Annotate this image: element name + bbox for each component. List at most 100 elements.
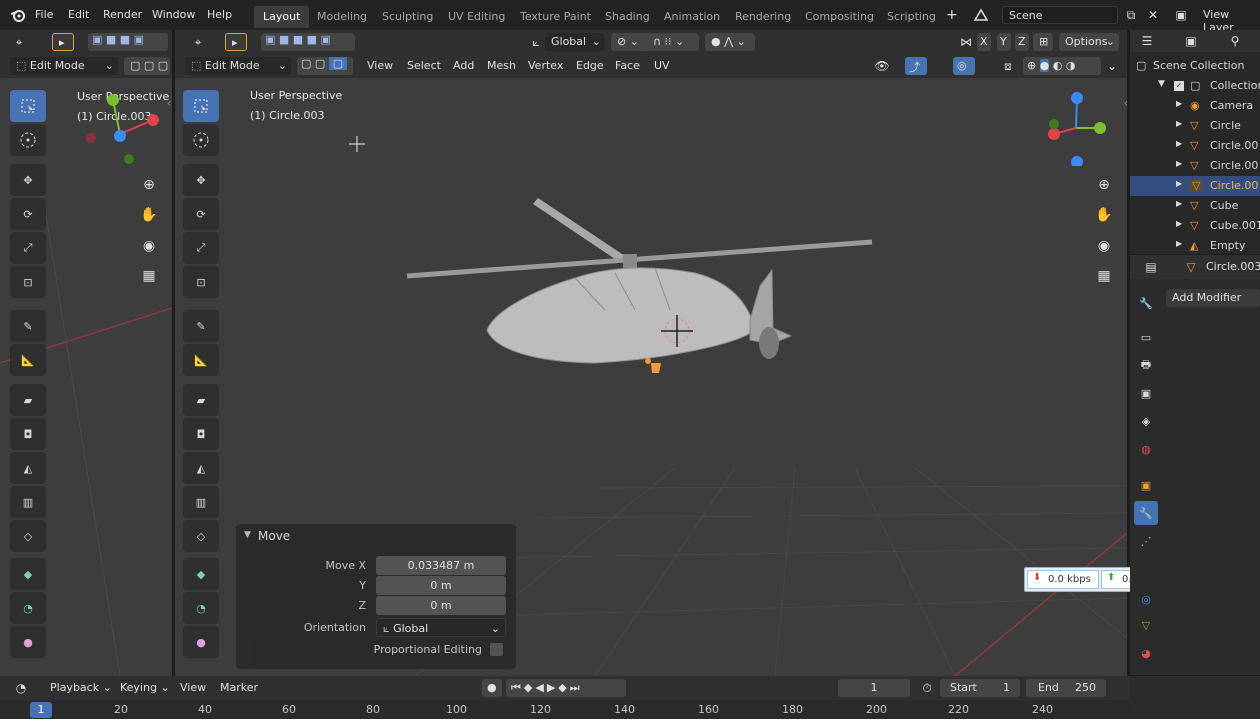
menu-marker[interactable]: Marker: [214, 679, 264, 697]
left-zoom-icon[interactable]: ⊕: [136, 172, 162, 198]
main-scale-icon[interactable]: ⤢: [183, 232, 219, 264]
tab-layout[interactable]: Layout: [254, 6, 310, 28]
end-frame-field[interactable]: End 250: [1026, 679, 1106, 697]
menu-window[interactable]: Window: [152, 8, 195, 21]
main-pan-icon[interactable]: ✋: [1091, 202, 1117, 228]
left-move-icon[interactable]: ✥: [10, 164, 46, 196]
data-tab-icon[interactable]: ▽: [1134, 613, 1158, 637]
stopwatch-icon[interactable]: ⏱: [918, 679, 936, 697]
main-select-tool-icon[interactable]: ▸: [225, 33, 247, 51]
left-scale-icon[interactable]: ⤢: [10, 232, 46, 264]
main-camera-icon[interactable]: ◉: [1091, 233, 1117, 259]
particles-tab-icon[interactable]: ⋰: [1134, 529, 1158, 553]
left-mode-select[interactable]: ⬚ Edit Mode ⌄: [10, 57, 118, 75]
left-rotate-icon[interactable]: ⟳: [10, 198, 46, 230]
add-modifier-button[interactable]: Add Modifier: [1166, 289, 1260, 307]
tab-compositing[interactable]: Compositing: [796, 6, 883, 28]
left-extrude-icon[interactable]: ▰: [10, 384, 46, 416]
main-bevel-icon[interactable]: ◭: [183, 452, 219, 484]
output-tab-icon[interactable]: 🖶: [1134, 353, 1158, 377]
panel-collapse-icon[interactable]: ▼: [244, 530, 251, 540]
main-extrude-icon[interactable]: ▰: [183, 384, 219, 416]
constraints-tab-icon[interactable]: ◎: [1134, 587, 1158, 611]
view-layer-tab-icon[interactable]: ▣: [1134, 381, 1158, 405]
left-spin-icon[interactable]: ◔: [10, 592, 46, 624]
auto-merge-icon[interactable]: ⊞: [1033, 33, 1053, 51]
current-frame-field[interactable]: 1: [838, 679, 910, 697]
outliner-search-icon[interactable]: ⚲: [1226, 32, 1244, 50]
tab-texture-paint[interactable]: Texture Paint: [511, 6, 600, 28]
main-measure-icon[interactable]: 📐: [183, 344, 219, 376]
outliner-display-icon[interactable]: ▣: [1182, 32, 1200, 50]
axis-x-button[interactable]: X: [977, 33, 991, 51]
left-polybuild-icon[interactable]: ◆: [10, 558, 46, 590]
shading-options-icon[interactable]: ⌄: [1103, 57, 1121, 75]
collection-checkbox[interactable]: ✓: [1174, 81, 1184, 91]
menu-help[interactable]: Help: [207, 8, 232, 21]
timeline-ruler[interactable]: 1 20 40 60 80 100 120 140 160 180 200 22…: [0, 700, 1130, 719]
menu-keying[interactable]: Keying ⌄: [114, 679, 176, 697]
menu-edge[interactable]: Edge: [570, 57, 610, 75]
move-z-field[interactable]: 0 m: [376, 596, 506, 615]
render-tab-icon[interactable]: ▭: [1134, 325, 1158, 349]
overlay-toggle-icon[interactable]: ◎: [953, 57, 975, 75]
outliner-collection[interactable]: ▼ ✓ ▢ Collection: [1130, 76, 1260, 96]
outliner-cube[interactable]: ▶ ▽ Cube: [1130, 196, 1260, 216]
tab-modeling[interactable]: Modeling: [308, 6, 376, 28]
left-inset-icon[interactable]: ◘: [10, 418, 46, 450]
modifier-tab-icon[interactable]: 🔧: [1134, 501, 1158, 525]
xray-icon[interactable]: ⧈: [999, 57, 1017, 75]
left-transform-icon[interactable]: ⊡: [10, 266, 46, 298]
main-smooth-icon[interactable]: ●: [183, 626, 219, 658]
left-annotate-icon[interactable]: ✎: [10, 310, 46, 342]
main-zoom-icon[interactable]: ⊕: [1091, 172, 1117, 198]
main-annotate-icon[interactable]: ✎: [183, 310, 219, 342]
view-layer-icon[interactable]: ▣: [1172, 6, 1190, 24]
editor-type-icon[interactable]: ⌖: [10, 33, 28, 51]
outliner-circle-001[interactable]: ▶ ▽ Circle.00: [1130, 136, 1260, 156]
menu-file[interactable]: File: [35, 8, 53, 21]
left-knife-icon[interactable]: ◇: [10, 520, 46, 552]
select-mode-buttons[interactable]: ▣ ■ ■ ▣: [88, 33, 168, 51]
main-editor-type-icon[interactable]: ⌖: [189, 33, 207, 51]
outliner-circle[interactable]: ▶ ▽ Circle: [1130, 116, 1260, 136]
mirror-icon[interactable]: ⋈: [957, 33, 975, 51]
tab-scripting[interactable]: Scripting: [878, 6, 945, 28]
menu-select[interactable]: Select: [401, 57, 447, 75]
tab-sculpting[interactable]: Sculpting: [373, 6, 442, 28]
main-move-icon[interactable]: ✥: [183, 164, 219, 196]
menu-vertex[interactable]: Vertex: [522, 57, 569, 75]
left-3d-viewport[interactable]: User Perspective (1) Circle.003 ⊕ ✋ ◉ ▦ …: [0, 78, 172, 676]
material-tab-icon[interactable]: ◕: [1134, 641, 1158, 665]
record-icon[interactable]: ●: [482, 679, 502, 697]
new-scene-icon[interactable]: ⧉: [1122, 6, 1140, 24]
scene-field[interactable]: Scene: [1002, 6, 1118, 24]
left-smooth-icon[interactable]: ●: [10, 626, 46, 658]
outliner-scene-collection[interactable]: ▢ Scene Collection: [1130, 56, 1260, 76]
delete-scene-icon[interactable]: ✕: [1144, 6, 1162, 24]
gizmo-toggle-icon[interactable]: ⤴: [905, 57, 927, 75]
properties-editor-icon[interactable]: ▤: [1142, 258, 1160, 276]
shading-buttons[interactable]: ⊕ ● ◐ ◑: [1023, 57, 1101, 75]
proportional-checkbox[interactable]: [490, 643, 503, 656]
main-elem-mode[interactable]: ▢ ▢ ▢: [297, 57, 353, 75]
scene-tab-icon[interactable]: ◈: [1134, 409, 1158, 433]
main-transform-icon[interactable]: ⊡: [183, 266, 219, 298]
axis-y-button[interactable]: Y: [997, 33, 1011, 51]
main-ortho-icon[interactable]: ▦: [1091, 263, 1117, 289]
scene-icon[interactable]: [972, 6, 990, 24]
left-loopcut-icon[interactable]: ▥: [10, 486, 46, 518]
menu-timeline-view[interactable]: View: [174, 679, 212, 697]
main-nav-gizmo[interactable]: [1035, 86, 1115, 166]
outliner-circle-002[interactable]: ▶ ▽ Circle.00: [1130, 156, 1260, 176]
main-inset-icon[interactable]: ◘: [183, 418, 219, 450]
start-frame-field[interactable]: Start 1: [940, 679, 1020, 697]
main-spin-icon[interactable]: ◔: [183, 592, 219, 624]
left-select-box-icon[interactable]: [10, 90, 46, 122]
menu-view[interactable]: View: [361, 57, 399, 75]
tool-tab-icon[interactable]: 🔧: [1134, 291, 1158, 315]
left-bevel-icon[interactable]: ◭: [10, 452, 46, 484]
move-y-field[interactable]: 0 m: [376, 576, 506, 595]
snap-select[interactable]: ∩ ⁝⁝ ⌄: [647, 33, 699, 51]
orientation-icon[interactable]: ⟀: [527, 33, 545, 51]
